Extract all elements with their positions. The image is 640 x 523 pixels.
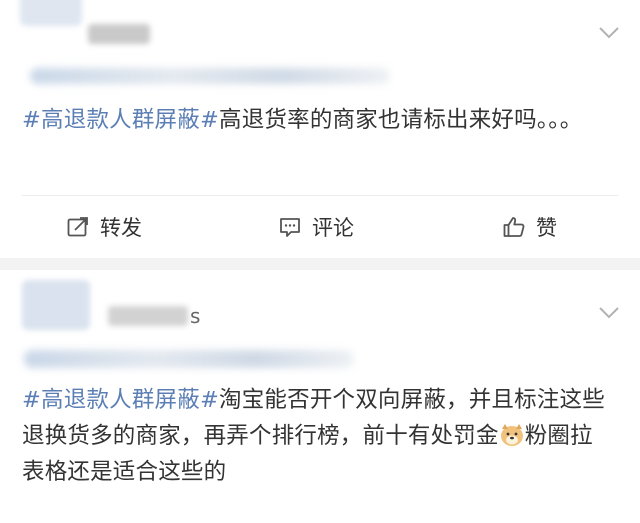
post-meta-blurred [24,350,354,368]
chevron-down-icon[interactable] [598,26,620,40]
doge-emoji-icon [500,424,523,446]
username-blurred[interactable] [108,306,188,326]
chevron-down-icon[interactable] [598,306,620,320]
comment-icon [280,218,300,237]
post-meta-blurred [30,68,390,84]
repost-label: 转发 [100,216,142,240]
avatar[interactable] [22,280,90,330]
repost-button[interactable]: 转发 [66,196,142,258]
username-visible-part: s [190,304,201,328]
post-card: s #高退款人群屏蔽#淘宝能否开个双向屏蔽，并且标注这些退换货多的商家，再弄个排… [0,270,640,523]
comment-label: 评论 [312,216,354,240]
action-bar: 转发 评论 赞 [22,195,618,258]
hashtag-link[interactable]: #高退款人群屏蔽# [22,107,219,133]
like-button[interactable]: 赞 [502,196,557,258]
comment-button[interactable]: 评论 [278,196,354,258]
post-text: #高退款人群屏蔽#高退货率的商家也请标出来好吗。。。 [22,102,610,138]
post-text: #高退款人群屏蔽#淘宝能否开个双向屏蔽，并且标注这些退换货多的商家，再弄个排行榜… [22,382,610,490]
post-card: #高退款人群屏蔽#高退货率的商家也请标出来好吗。。。 转发 评论 赞 [0,0,640,258]
repost-icon [67,217,88,237]
username-blurred[interactable] [88,24,150,44]
post-body: 高退货率的商家也请标出来好吗。。。 [219,107,583,133]
hashtag-link[interactable]: #高退款人群屏蔽# [22,387,219,413]
avatar[interactable] [20,0,82,26]
thumbs-up-icon [503,217,525,237]
like-label: 赞 [536,216,557,240]
